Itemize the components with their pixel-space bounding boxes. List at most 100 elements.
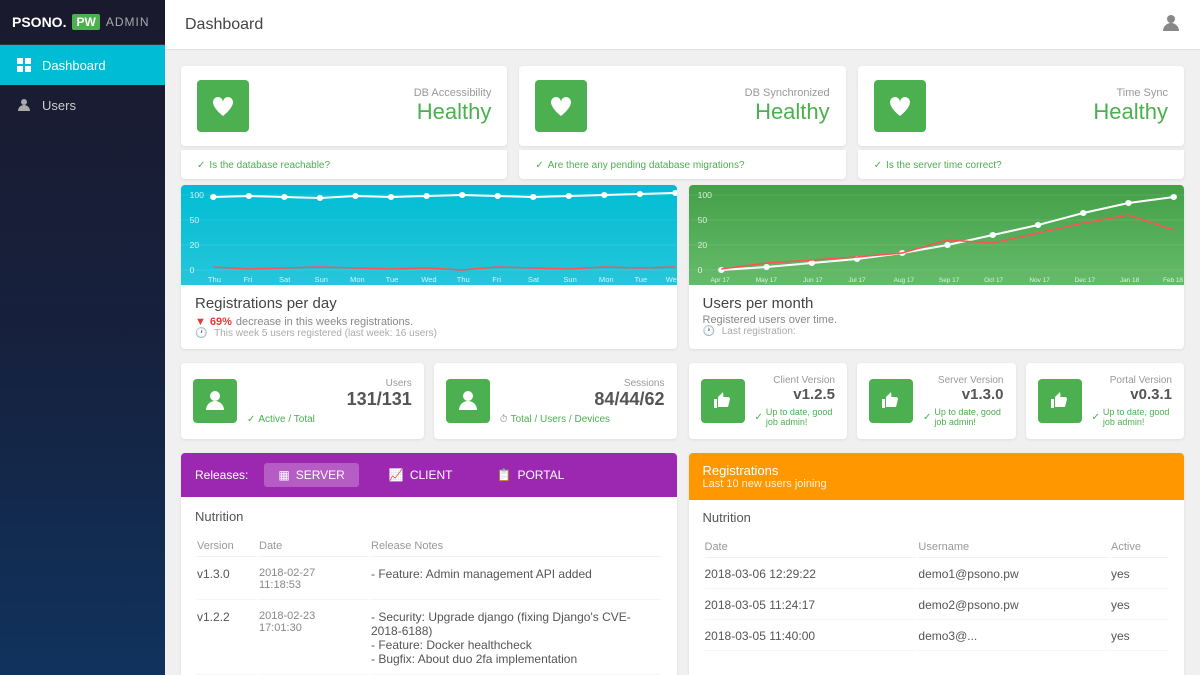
registrations-table: Date Username Active 2018-03-06 12:29:22… [703, 535, 1171, 653]
metrics-wrapper: Users 131/131 ✓ Active / Total Sessions [181, 363, 1184, 439]
chart-title-registrations: Registrations per day [195, 295, 663, 312]
release-version: v1.2.2 [197, 602, 257, 675]
svg-text:20: 20 [697, 240, 707, 250]
check-icon-sync: ✓ [535, 160, 543, 171]
releases-header: Releases: ▦ SERVER 📈 CLIENT 📋 PORTAL [181, 453, 677, 497]
registrations-card: Registrations Last 10 new users joining … [689, 453, 1185, 675]
releases-table: Version Date Release Notes v1.3.0 2018-0… [195, 534, 663, 675]
users-icon [193, 379, 237, 423]
logo-text: PSONO. [12, 14, 66, 30]
sidebar-item-users[interactable]: Users [0, 85, 165, 125]
tab-server[interactable]: ▦ SERVER [264, 463, 358, 487]
person-icon [1162, 14, 1180, 35]
check-icon-db: ✓ [197, 160, 205, 171]
metric-sub-users: ✓ Active / Total [247, 414, 412, 425]
topbar: Dashboard [165, 0, 1200, 50]
svg-text:20: 20 [190, 240, 200, 250]
release-notes: - Security: Upgrade django (fixing Djang… [371, 602, 661, 675]
metrics-left: Users 131/131 ✓ Active / Total Sessions [181, 363, 677, 439]
svg-text:0: 0 [697, 265, 702, 275]
list-item: 2018-03-05 11:24:17 demo2@psono.pw yes [705, 591, 1169, 620]
status-info-time: Time Sync Healthy [940, 87, 1168, 125]
svg-text:Mon: Mon [350, 275, 365, 284]
reg-col-active: Active [1111, 537, 1168, 558]
portal-icon: 📋 [497, 468, 512, 482]
main-content: Dashboard DB Accessibility Healthy [165, 0, 1200, 675]
status-info-db: DB Accessibility Healthy [263, 87, 491, 125]
releases-label: Releases: [195, 468, 248, 482]
reg-username: demo1@psono.pw [918, 560, 1109, 589]
svg-text:50: 50 [697, 215, 707, 225]
stat-down-icon: ▼ [195, 316, 206, 328]
table-row: v1.3.0 2018-02-27 11:18:53 - Feature: Ad… [197, 559, 661, 600]
chart-info-registrations: Registrations per day ▼ 69% decrease in … [181, 285, 677, 349]
releases-col-version: Version [197, 536, 257, 557]
releases-col-date: Date [259, 536, 369, 557]
release-date: 2018-02-27 11:18:53 [259, 559, 369, 600]
status-card-time-sync: Time Sync Healthy [858, 66, 1184, 146]
heart-icon-time [874, 80, 926, 132]
metric-card-users: Users 131/131 ✓ Active / Total [181, 363, 424, 439]
chart-registrations: 100 50 20 0 [181, 185, 677, 349]
svg-text:Nov 17: Nov 17 [1029, 277, 1050, 284]
svg-text:100: 100 [190, 190, 205, 200]
metric-info-client: Client Version v1.2.5 ✓ Up to date, good… [755, 375, 836, 427]
list-item: 2018-03-05 11:40:00 demo3@... yes [705, 622, 1169, 651]
heart-icon-db [197, 80, 249, 132]
svg-text:Jan 18: Jan 18 [1119, 277, 1139, 284]
chart-users-month: 100 50 20 0 [689, 185, 1185, 349]
svg-text:Wed: Wed [421, 275, 436, 284]
sidebar-item-dashboard[interactable]: Dashboard [0, 45, 165, 85]
registrations-header: Registrations Last 10 new users joining [689, 453, 1185, 500]
chart-meta-users-month: 🕐 Last registration: [703, 326, 1171, 337]
grid-icon [16, 57, 32, 73]
logo-badge: PW [72, 14, 99, 30]
metric-card-sessions: Sessions 84/44/62 ⏱ Total / Users / Devi… [434, 363, 677, 439]
metric-sub-server: ✓ Up to date, good job admin! [923, 407, 1004, 427]
svg-text:Oct 17: Oct 17 [984, 277, 1004, 284]
svg-text:Mon: Mon [599, 275, 614, 284]
metric-sub-portal: ✓ Up to date, good job admin! [1092, 407, 1173, 427]
reg-date: 2018-03-05 11:24:17 [705, 591, 917, 620]
svg-text:Sat: Sat [528, 275, 539, 284]
chart-info-users-month: Users per month Registered users over ti… [689, 285, 1185, 347]
tab-client[interactable]: 📈 CLIENT [375, 463, 467, 487]
metric-label-users: Users [247, 378, 412, 389]
tab-portal[interactable]: 📋 PORTAL [483, 463, 579, 487]
svg-text:Sun: Sun [315, 275, 328, 284]
svg-text:100: 100 [697, 190, 712, 200]
chart-area-users-month: 100 50 20 0 [689, 185, 1185, 285]
bottom-row: Releases: ▦ SERVER 📈 CLIENT 📋 PORTAL [181, 453, 1184, 675]
svg-text:Sun: Sun [563, 275, 576, 284]
registrations-section: Nutrition [703, 510, 1171, 525]
metric-value-portal: v0.3.1 [1092, 386, 1173, 403]
svg-text:Tue: Tue [386, 275, 399, 284]
chart-area-registrations: 100 50 20 0 [181, 185, 677, 285]
status-label-db: DB Accessibility [263, 87, 491, 99]
registrations-body: Nutrition Date Username Active 2018-03-0… [689, 500, 1185, 663]
svg-text:Fri: Fri [243, 275, 252, 284]
user-icon [16, 97, 32, 113]
metrics-right: Client Version v1.2.5 ✓ Up to date, good… [689, 363, 1185, 439]
status-value-time: Healthy [940, 99, 1168, 125]
status-cards-row: DB Accessibility Healthy DB Synchronized… [181, 66, 1184, 146]
svg-text:Sat: Sat [279, 275, 290, 284]
metric-value-client: v1.2.5 [755, 386, 836, 403]
content-area: DB Accessibility Healthy DB Synchronized… [165, 50, 1200, 675]
metric-value-sessions: 84/44/62 [500, 389, 665, 410]
svg-text:Jul 17: Jul 17 [848, 277, 866, 284]
metric-card-portal: Portal Version v0.3.1 ✓ Up to date, good… [1026, 363, 1185, 439]
metric-value-users: 131/131 [247, 389, 412, 410]
thumbsup-client-icon [701, 379, 745, 423]
reg-date: 2018-03-05 11:40:00 [705, 622, 917, 651]
metric-label-sessions: Sessions [500, 378, 665, 389]
svg-text:Thu: Thu [208, 275, 221, 284]
status-label-sync: DB Synchronized [601, 87, 829, 99]
client-icon: 📈 [389, 468, 404, 482]
charts-row: 100 50 20 0 [181, 185, 1184, 349]
svg-text:Jun 17: Jun 17 [803, 277, 823, 284]
status-value-sync: Healthy [601, 99, 829, 125]
svg-text:Apr 17: Apr 17 [710, 277, 730, 284]
svg-text:Fri: Fri [492, 275, 501, 284]
list-item: 2018-03-06 12:29:22 demo1@psono.pw yes [705, 560, 1169, 589]
